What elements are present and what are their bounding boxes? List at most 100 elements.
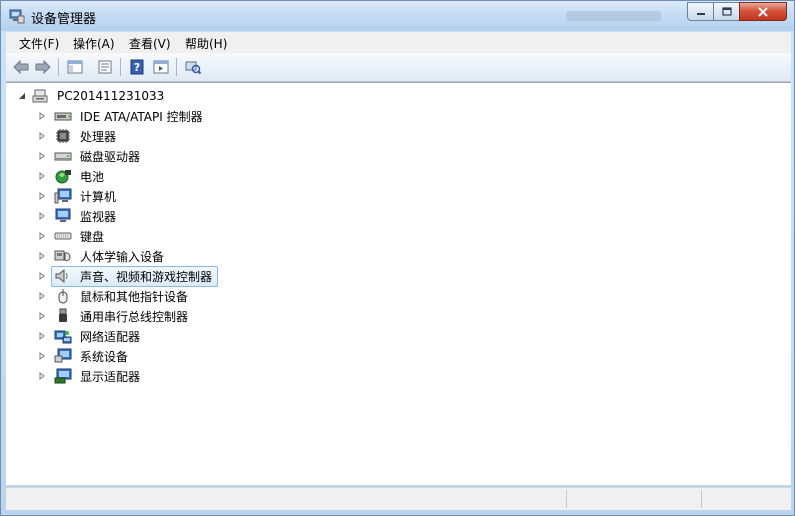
collapsed-arrow-icon[interactable] [38,332,46,340]
minimize-button[interactable] [687,2,714,21]
svg-text:?: ? [134,61,140,74]
tree-item-content[interactable]: 系统设备 [51,346,134,367]
tree-item[interactable]: 鼠标和其他指针设备 [38,286,194,306]
minimize-icon [696,12,705,15]
tree-item[interactable]: 声音、视频和游戏控制器 [38,265,219,287]
usb-icon [54,308,72,324]
menu-bar: 文件(F) 操作(A) 查看(V) 帮助(H) [6,32,791,53]
tree-item-label: 磁盘驱动器 [80,149,141,164]
tree-item-label: 通用串行总线控制器 [80,309,189,324]
collapsed-arrow-icon[interactable] [38,272,46,280]
speaker-icon [54,268,72,284]
collapsed-arrow-icon[interactable] [38,212,46,220]
tree-item[interactable]: 网络适配器 [38,326,146,346]
tree-item-content[interactable]: 处理器 [51,126,122,147]
collapsed-arrow-icon[interactable] [38,352,46,360]
tree-item[interactable]: 人体学输入设备 [38,246,170,266]
title-bar[interactable]: 设备管理器 [1,1,794,31]
mouse-icon [54,288,72,304]
collapsed-arrow-icon[interactable] [38,132,46,140]
tree-item-content[interactable]: 通用串行总线控制器 [51,306,194,327]
tree-item-label: 人体学输入设备 [80,249,165,264]
menu-view[interactable]: 查看(V) [129,35,171,52]
computer-root-icon [31,88,49,104]
tree-item[interactable]: IDE ATA/ATAPI 控制器 [38,106,209,126]
battery-icon [54,168,72,184]
status-bar [6,487,791,510]
display-adapter-icon [54,368,72,384]
action-pane-icon [153,60,169,74]
collapsed-arrow-icon[interactable] [38,312,46,320]
tree-item-content[interactable]: 计算机 [51,186,122,207]
collapsed-arrow-icon[interactable] [38,292,46,300]
collapsed-arrow-icon[interactable] [38,372,46,380]
help-button[interactable]: ? [128,58,146,76]
tree-item[interactable]: 电池 [38,166,110,186]
tree-item-content[interactable]: 监视器 [51,206,122,227]
tree-item[interactable]: 处理器 [38,126,122,146]
close-icon [758,6,768,17]
tree-item-content[interactable]: 显示适配器 [51,366,146,387]
tree-item[interactable]: 计算机 [38,186,122,206]
properties-button[interactable] [96,58,114,76]
toolbar: ? [6,53,791,82]
tree-item-content[interactable]: 磁盘驱动器 [51,146,146,167]
toolbar-separator [120,58,121,76]
tree-item-content[interactable]: 键盘 [51,226,110,247]
tree-item-content[interactable]: 网络适配器 [51,326,146,347]
device-manager-app-icon [9,9,25,24]
tree-item-content[interactable]: 电池 [51,166,110,187]
collapsed-arrow-icon[interactable] [38,192,46,200]
tree-item[interactable]: 磁盘驱动器 [38,146,146,166]
processor-icon [54,128,72,144]
tree-item-label: 系统设备 [80,349,129,364]
tree-item-label: 鼠标和其他指针设备 [80,289,189,304]
collapsed-arrow-icon[interactable] [38,172,46,180]
scan-hardware-icon [185,61,201,75]
tree-item[interactable]: 监视器 [38,206,122,226]
tree-item-content[interactable]: 人体学输入设备 [51,246,170,267]
status-pane-divider [701,490,702,508]
tree-item-label: 键盘 [80,229,105,244]
close-button[interactable] [739,2,787,21]
action-pane-button[interactable] [152,58,170,76]
forward-arrow-icon [35,60,51,74]
network-adapter-icon [54,328,72,344]
status-pane-divider [566,490,567,508]
help-icon: ? [130,59,144,75]
back-button[interactable] [12,58,30,76]
keyboard-icon [54,228,72,244]
tree-item[interactable]: 系统设备 [38,346,134,366]
toolbar-separator [176,58,177,76]
tree-item[interactable]: 通用串行总线控制器 [38,306,194,326]
menu-action[interactable]: 操作(A) [73,35,115,52]
tree-item-content[interactable]: 声音、视频和游戏控制器 [51,265,219,287]
collapsed-arrow-icon[interactable] [38,152,46,160]
expanded-arrow-icon[interactable] [18,92,26,100]
tree-item-content[interactable]: IDE ATA/ATAPI 控制器 [51,106,209,127]
tree-item-label: IDE ATA/ATAPI 控制器 [80,109,203,124]
tree-item[interactable]: 显示适配器 [38,366,146,386]
tree-item-label: 电池 [80,169,105,184]
tree-item-label: 处理器 [80,129,117,144]
title-bar-blur [566,11,661,21]
disk-drive-icon [54,148,72,164]
monitor-icon [54,208,72,224]
window-title: 设备管理器 [31,12,97,27]
tree-root[interactable]: PC201411231033 [18,86,167,106]
collapsed-arrow-icon[interactable] [38,112,46,120]
scan-hardware-button[interactable] [184,58,202,76]
maximize-button[interactable] [713,2,740,21]
ide-controller-icon [54,108,72,124]
menu-help[interactable]: 帮助(H) [185,35,227,52]
collapsed-arrow-icon[interactable] [38,232,46,240]
tree-item-content[interactable]: 鼠标和其他指针设备 [51,286,194,307]
menu-file[interactable]: 文件(F) [19,35,59,52]
tree-item[interactable]: 键盘 [38,226,110,246]
computer-icon [54,188,72,204]
forward-button[interactable] [34,58,52,76]
device-tree[interactable]: PC201411231033 IDE ATA/ATAPI 控制器 处理器磁盘驱动器… [6,82,791,485]
collapsed-arrow-icon[interactable] [38,252,46,260]
show-hide-tree-button[interactable] [66,58,84,76]
hid-icon [54,248,72,264]
